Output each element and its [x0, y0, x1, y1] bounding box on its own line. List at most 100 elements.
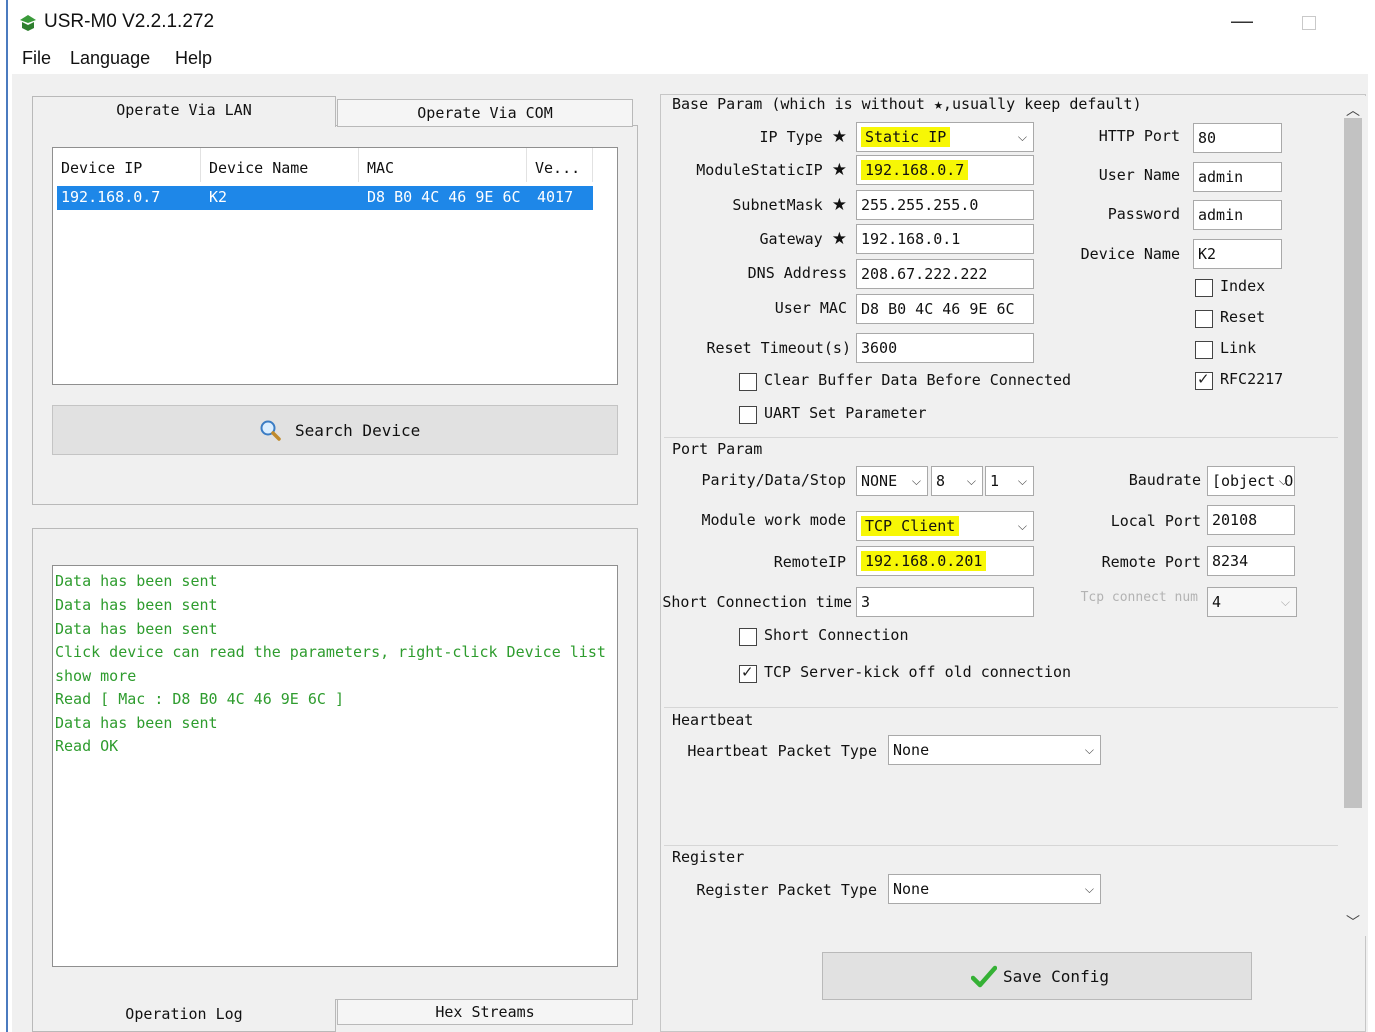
group-divider: [664, 707, 1338, 708]
reset-timeout-label: Reset Timeout(s): [706, 339, 852, 357]
checkmark-icon: [971, 965, 997, 988]
clear-buffer-checkbox[interactable]: [739, 373, 757, 391]
stop-bits-select[interactable]: 1 ⌵: [985, 466, 1034, 496]
menu-bar: File Language Help: [8, 44, 1368, 74]
maximize-button[interactable]: [1290, 8, 1330, 36]
short-connection-label: Short Connection: [764, 626, 909, 644]
chevron-down-icon: ⌵: [1278, 474, 1288, 488]
work-mode-select[interactable]: TCP Client ⌵: [856, 511, 1034, 541]
heartbeat-title: Heartbeat: [672, 711, 754, 729]
search-icon: [260, 420, 281, 441]
index-label: Index: [1220, 277, 1266, 295]
reset-timeout-input[interactable]: 3600: [856, 333, 1034, 363]
short-conn-time-input[interactable]: 3: [856, 587, 1034, 617]
search-device-button[interactable]: Search Device: [52, 405, 618, 455]
operation-log[interactable]: Data has been sent Data has been sent Da…: [52, 565, 618, 967]
local-port-input[interactable]: 20108: [1207, 505, 1295, 535]
menu-file[interactable]: File: [22, 48, 51, 69]
table-row[interactable]: 192.168.0.7 K2 D8 B0 4C 46 9E 6C 4017: [57, 186, 593, 210]
tab-operate-com[interactable]: Operate Via COM: [337, 99, 633, 127]
uart-set-label: UART Set Parameter: [764, 404, 927, 422]
heartbeat-type-select[interactable]: None ⌵: [888, 735, 1101, 765]
reset-checkbox[interactable]: [1195, 310, 1213, 328]
password-input[interactable]: admin: [1193, 200, 1282, 230]
tab-hex-streams[interactable]: Hex Streams: [337, 999, 633, 1025]
index-checkbox[interactable]: [1195, 279, 1213, 297]
config-scrollbar[interactable]: ︿ ﹀: [1340, 96, 1366, 936]
dns-address-input[interactable]: 208.67.222.222: [856, 259, 1034, 289]
module-static-ip-label: ModuleStaticIP ★: [696, 160, 847, 180]
device-name-input[interactable]: K2: [1193, 239, 1282, 269]
chevron-down-icon: ⌵: [1017, 130, 1027, 144]
device-name-label: Device Name: [1080, 245, 1180, 263]
device-ip-cell: 192.168.0.7: [61, 188, 161, 206]
parity-data-stop-label: Parity/Data/Stop: [701, 471, 847, 489]
remote-port-label: Remote Port: [1101, 553, 1201, 571]
column-header-mac[interactable]: MAC: [359, 148, 527, 182]
device-version-cell: 4017: [537, 188, 574, 206]
minimize-button[interactable]: —: [1222, 8, 1262, 36]
required-star-icon: ★: [831, 195, 847, 215]
uart-set-checkbox[interactable]: [739, 406, 757, 424]
dns-address-label: DNS Address: [747, 264, 847, 282]
log-line: Read [ Mac : D8 B0 4C 46 9E 6C ]: [55, 690, 344, 708]
required-star-icon: ★: [831, 127, 847, 147]
user-name-label: User Name: [1098, 166, 1180, 184]
short-connection-checkbox[interactable]: [739, 628, 757, 646]
base-param-title: Base Param (which is without ★,usually k…: [672, 95, 1142, 113]
menu-help[interactable]: Help: [175, 48, 212, 69]
data-bits-select[interactable]: 8 ⌵: [931, 466, 983, 496]
user-name-input[interactable]: admin: [1193, 162, 1282, 192]
scroll-up-icon[interactable]: ︿: [1344, 100, 1362, 120]
chevron-down-icon: ⌵: [1280, 595, 1290, 609]
ip-type-select[interactable]: Static IP ⌵: [856, 122, 1034, 152]
baudrate-label: Baudrate: [1128, 471, 1201, 489]
link-checkbox[interactable]: [1195, 341, 1213, 359]
user-mac-input[interactable]: D8 B0 4C 46 9E 6C: [856, 294, 1034, 324]
chevron-down-icon: ⌵: [966, 474, 976, 488]
http-port-input[interactable]: 80: [1193, 123, 1282, 153]
save-config-label: Save Config: [1003, 967, 1109, 986]
subnet-mask-input[interactable]: 255.255.255.0: [856, 190, 1034, 220]
gateway-input[interactable]: 192.168.0.1: [856, 224, 1034, 254]
title-bar: USR-M0 V2.2.1.272 —: [0, 0, 1375, 44]
column-header-version[interactable]: Ve...: [527, 148, 593, 182]
menu-language[interactable]: Language: [70, 48, 150, 69]
subnet-mask-label: SubnetMask ★: [732, 195, 847, 215]
log-line: Read OK: [55, 737, 119, 755]
device-name-cell: K2: [209, 188, 228, 206]
chevron-down-icon: ⌵: [1017, 519, 1027, 533]
log-line: Data has been sent: [55, 572, 218, 590]
parity-select[interactable]: NONE ⌵: [856, 466, 928, 496]
device-mac-cell: D8 B0 4C 46 9E 6C: [367, 188, 521, 206]
register-type-select[interactable]: None ⌵: [888, 874, 1101, 904]
rfc2217-checkbox[interactable]: [1195, 370, 1213, 390]
register-type-label: Register Packet Type: [696, 881, 877, 899]
remote-ip-input[interactable]: 192.168.0.201: [856, 546, 1034, 576]
module-static-ip-input[interactable]: 192.168.0.7: [856, 155, 1034, 185]
chevron-down-icon: ⌵: [911, 474, 921, 488]
kick-off-checkbox[interactable]: [739, 663, 757, 683]
http-port-label: HTTP Port: [1098, 127, 1180, 145]
scroll-thumb[interactable]: [1344, 118, 1362, 808]
column-header-device-ip[interactable]: Device IP: [53, 148, 201, 182]
save-config-button[interactable]: Save Config: [822, 952, 1252, 1000]
clear-buffer-label: Clear Buffer Data Before Connected: [764, 371, 1072, 389]
required-star-icon: ★: [831, 229, 847, 249]
baudrate-select[interactable]: [object Object]⌵: [1207, 466, 1295, 496]
tcp-connect-num-label: Tcp connect num: [1080, 590, 1198, 605]
tab-operate-lan[interactable]: Operate Via LAN: [32, 96, 336, 127]
app-logo-icon: [20, 15, 36, 31]
log-line: show more: [55, 667, 137, 685]
remote-port-input[interactable]: 8234: [1207, 546, 1295, 576]
tcp-connect-num-select: 4 ⌵: [1207, 587, 1297, 617]
device-list[interactable]: Device IP Device Name MAC Ve... 192.168.…: [52, 147, 618, 385]
chevron-down-icon: ⌵: [1017, 474, 1027, 488]
tab-operation-log[interactable]: Operation Log: [32, 999, 336, 1032]
scroll-down-icon[interactable]: ﹀: [1344, 912, 1362, 932]
local-port-label: Local Port: [1110, 512, 1201, 530]
column-header-device-name[interactable]: Device Name: [201, 148, 359, 182]
window-title: USR-M0 V2.2.1.272: [44, 11, 215, 32]
group-divider: [664, 437, 1338, 438]
port-param-title: Port Param: [672, 440, 763, 458]
